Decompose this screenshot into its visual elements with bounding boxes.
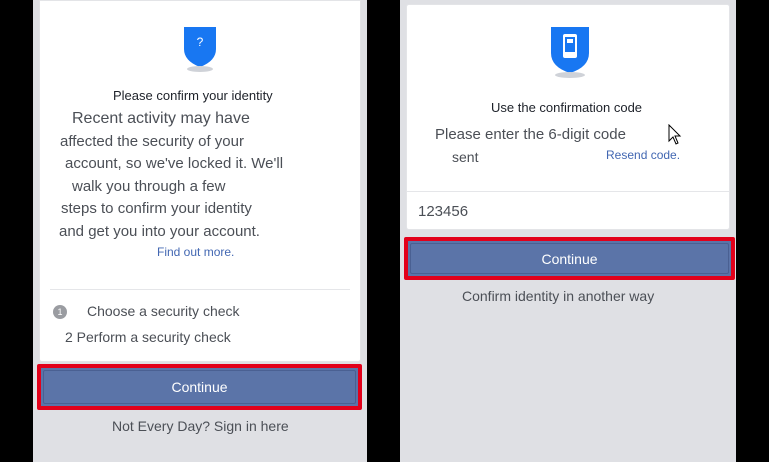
sign-in-link[interactable]: Not Every Day? Sign in here (112, 418, 289, 434)
continue-button[interactable]: Continue (37, 364, 362, 410)
shield-question-icon: ? (182, 23, 218, 73)
message-line-4: walk you through a few (72, 178, 226, 195)
divider (407, 191, 729, 192)
continue-button-label: Continue (171, 379, 228, 395)
confirm-another-way-link[interactable]: Confirm identity in another way (462, 288, 654, 304)
continue-button-label: Continue (541, 250, 598, 267)
message-line-1: Recent activity may have (72, 110, 250, 127)
code-instructions: Please enter the 6-digit code (435, 126, 626, 143)
identity-screen: ? Please confirm your identity Recent ac… (33, 0, 367, 462)
message-line-2: affected the security of your (60, 133, 244, 150)
message-line-6: and get you into your account. (59, 223, 260, 240)
step-number-badge: 1 (53, 305, 67, 319)
identity-card: ? Please confirm your identity Recent ac… (39, 0, 361, 362)
message-line-3: account, so we've locked it. We'll (65, 155, 284, 172)
message-line-5: steps to confirm your identity (61, 200, 252, 217)
step-1: Choose a security check (87, 303, 240, 319)
svg-text:?: ? (197, 35, 204, 49)
page-title: Use the confirmation code (491, 100, 643, 115)
sent-text: sent (452, 149, 479, 165)
continue-button[interactable]: Continue (404, 237, 735, 280)
code-input[interactable] (407, 193, 729, 229)
page-title: Please confirm your identity (113, 88, 273, 103)
confirmation-code-screen: Use the confirmation code Please enter t… (400, 0, 736, 462)
step-2: 2 Perform a security check (65, 329, 231, 345)
divider (50, 289, 350, 290)
confirmation-card: Use the confirmation code Please enter t… (406, 4, 730, 230)
find-out-more-link[interactable]: Find out more. (157, 245, 234, 259)
mouse-cursor-icon (668, 123, 682, 151)
shield-phone-icon (549, 23, 591, 79)
